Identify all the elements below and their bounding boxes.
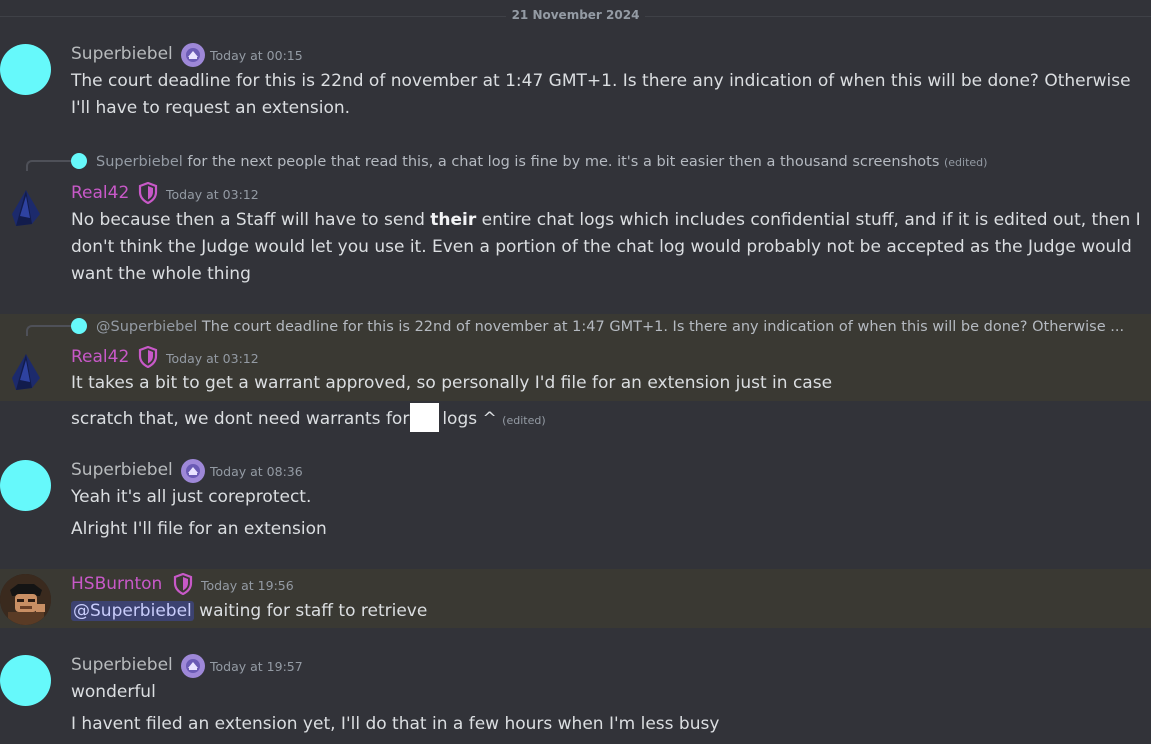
message-text: logs ^ [442,409,497,429]
shield-icon[interactable] [173,573,193,595]
reply-avatar[interactable] [71,153,87,169]
message-text: No because then a Staff will have to sen… [71,210,431,230]
reply-preview[interactable]: Superbiebel for the next people that rea… [96,153,1151,172]
bold-text: their [430,210,477,230]
message-text: waiting for staff to retrieve [199,601,428,621]
reply-spine [26,160,72,171]
message-line: don't think the Judge would let you use … [71,237,1132,257]
avatar[interactable] [0,460,51,511]
author-name[interactable]: Superbiebel [71,460,173,480]
author-name[interactable]: Real42 [71,183,129,203]
avatar[interactable] [10,188,42,232]
avatar[interactable] [0,574,51,625]
author-name[interactable]: Superbiebel [71,655,173,675]
message-line: It takes a bit to get a warrant approved… [71,373,833,393]
date-divider: 21 November 2024 [0,8,1151,22]
message-line: Yeah it's all just coreprotect. [71,487,312,507]
avatar[interactable] [10,352,42,396]
message-line: wonderful [71,682,156,702]
shield-icon[interactable] [138,182,158,204]
timestamp[interactable]: Today at 19:57 [210,659,303,674]
timestamp[interactable]: Today at 19:56 [201,578,294,593]
author-name[interactable]: HSBurnton [71,574,162,594]
reply-preview[interactable]: @Superbiebel The court deadline for this… [96,318,1136,336]
date-divider-label: 21 November 2024 [505,8,646,22]
server-boost-icon[interactable] [181,43,205,67]
message-line: The court deadline for this is 22nd of n… [71,71,1131,91]
message-text: scratch that, we dont need warrants for [71,409,410,429]
user-mention[interactable]: @Superbiebel [71,601,194,621]
timestamp[interactable]: Today at 00:15 [210,48,303,63]
edited-tag: (edited) [502,414,546,427]
avatar[interactable] [0,655,51,706]
avatar[interactable] [0,44,51,95]
server-boost-icon[interactable] [181,459,205,483]
reply-text: The court deadline for this is 22nd of n… [201,319,1125,335]
timestamp[interactable]: Today at 03:12 [166,351,259,366]
message-text: entire chat logs which includes confiden… [476,210,1141,230]
server-boost-icon[interactable] [181,654,205,678]
reply-text: for the next people that read this, a ch… [187,154,940,170]
edited-tag: (edited) [944,156,988,169]
author-name[interactable]: Superbiebel [71,44,173,64]
shield-icon[interactable] [138,346,158,368]
reply-author[interactable]: Superbiebel [96,154,183,170]
reply-spine [26,325,72,336]
message-line: No because then a Staff will have to sen… [71,207,1141,234]
timestamp[interactable]: Today at 03:12 [166,187,259,202]
timestamp[interactable]: Today at 08:36 [210,464,303,479]
message-line: I'll have to request an extension. [71,98,351,118]
author-name[interactable]: Real42 [71,347,129,367]
message-line: want the whole thing [71,264,251,284]
message-line: scratch that, we dont need warrants for l… [71,403,546,434]
message-line: @Superbiebel waiting for staff to retrie… [71,598,427,625]
message-line: I havent filed an extension yet, I'll do… [71,714,720,734]
reply-author[interactable]: @Superbiebel [96,319,197,335]
reply-avatar[interactable] [71,318,87,334]
redaction-box [410,403,440,432]
message-line: Alright I'll file for an extension [71,519,327,539]
